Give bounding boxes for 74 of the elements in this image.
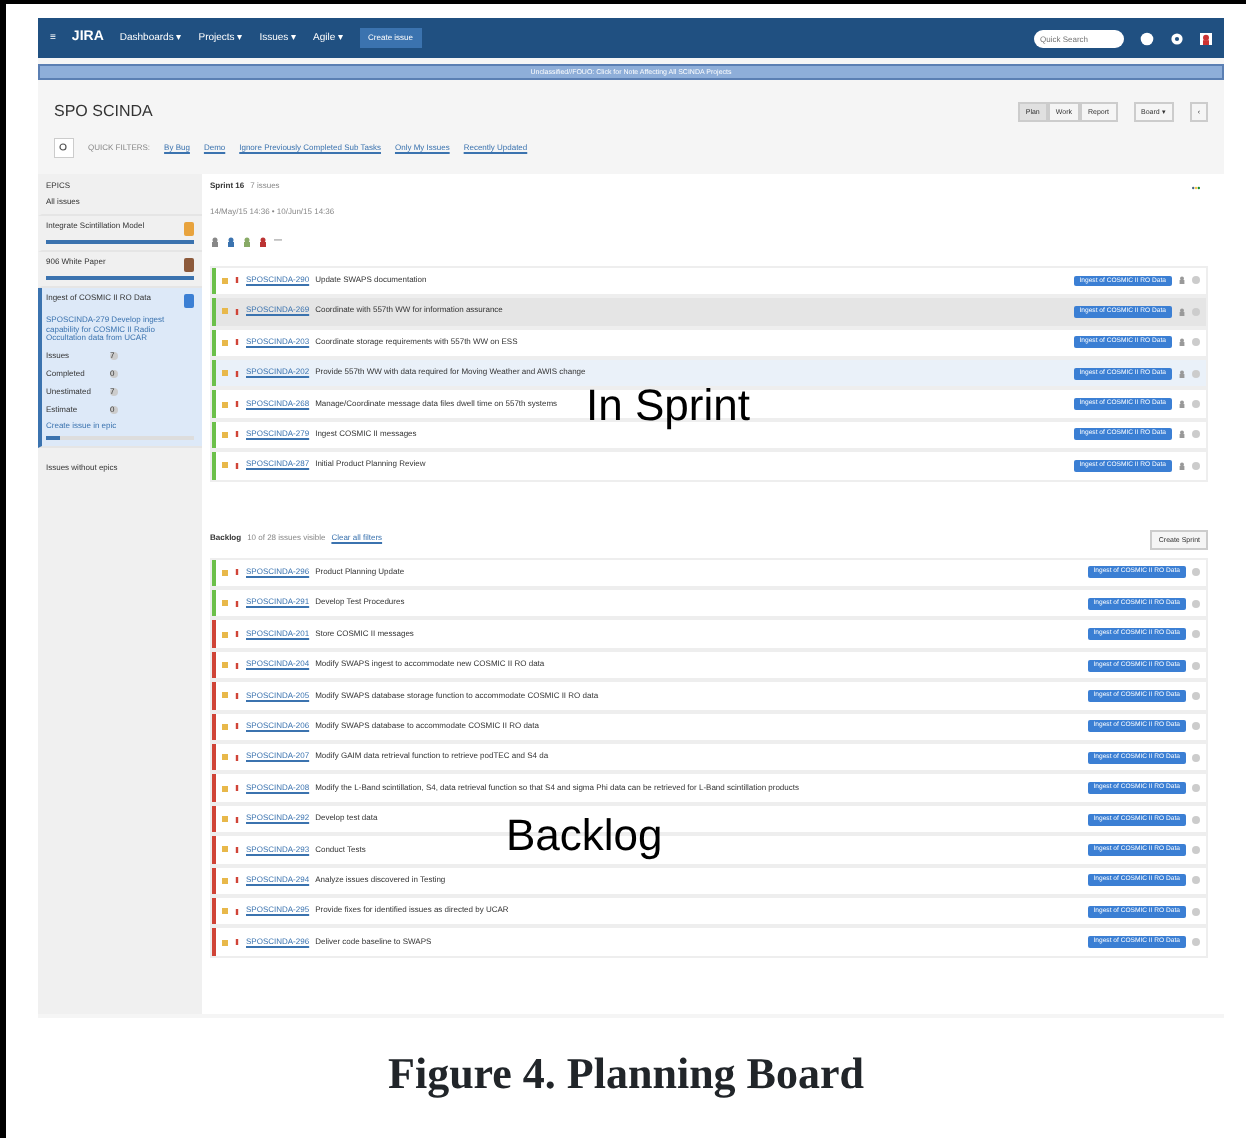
task-icon xyxy=(222,306,228,317)
task-icon xyxy=(222,752,228,763)
person-icon xyxy=(210,233,220,250)
priority-icon xyxy=(234,938,240,947)
person-icon xyxy=(1178,305,1186,318)
estimate-icon xyxy=(1192,845,1200,854)
person-icon xyxy=(1178,367,1186,380)
estimate-icon xyxy=(1192,722,1200,731)
estimate-icon xyxy=(1192,400,1200,409)
task-icon xyxy=(222,814,228,825)
estimate-icon xyxy=(1192,338,1200,347)
task-icon xyxy=(222,368,228,379)
person-icon xyxy=(1178,398,1186,411)
person-icon xyxy=(226,233,236,250)
priority-icon xyxy=(234,276,240,285)
project-title: SPO SCINDA xyxy=(54,102,155,122)
priority-icon xyxy=(234,369,240,378)
person-icon xyxy=(1178,428,1186,441)
priority-icon xyxy=(234,661,240,670)
priority-icon xyxy=(234,568,240,577)
estimate-icon xyxy=(1192,753,1200,762)
estimate-icon xyxy=(1192,815,1200,824)
estimate-icon xyxy=(1192,599,1200,608)
task-icon xyxy=(222,399,228,410)
priority-icon xyxy=(234,461,240,470)
estimate-icon xyxy=(1192,938,1200,947)
priority-icon xyxy=(234,784,240,793)
estimate-icon xyxy=(1192,276,1200,285)
priority-icon xyxy=(234,753,240,762)
priority-icon xyxy=(234,722,240,731)
task-icon xyxy=(222,567,228,578)
estimate-icon xyxy=(1192,907,1200,916)
estimate-icon xyxy=(1192,691,1200,700)
task-icon xyxy=(222,690,228,701)
person-icon xyxy=(258,233,268,250)
priority-icon xyxy=(234,430,240,439)
estimate-icon xyxy=(1192,430,1200,439)
estimate-icon xyxy=(1192,461,1200,470)
task-icon xyxy=(222,660,228,671)
priority-icon xyxy=(234,815,240,824)
estimate-icon xyxy=(1192,568,1200,577)
priority-icon xyxy=(234,845,240,854)
estimate-icon xyxy=(1192,630,1200,639)
priority-icon xyxy=(234,599,240,608)
priority-icon xyxy=(234,400,240,409)
task-icon xyxy=(222,844,228,855)
task-icon xyxy=(222,937,228,948)
avatar-icon xyxy=(1200,29,1212,47)
person-icon xyxy=(1178,336,1186,349)
priority-icon xyxy=(234,630,240,639)
task-icon xyxy=(222,275,228,286)
priority-icon xyxy=(234,907,240,916)
priority-icon xyxy=(234,876,240,885)
task-icon xyxy=(222,721,228,732)
task-icon xyxy=(222,783,228,794)
person-icon xyxy=(1178,274,1186,287)
priority-icon xyxy=(234,691,240,700)
priority-icon xyxy=(234,307,240,316)
task-icon xyxy=(222,629,228,640)
priority-icon xyxy=(234,338,240,347)
estimate-icon xyxy=(1192,784,1200,793)
estimate-icon xyxy=(1192,661,1200,670)
task-icon xyxy=(222,460,228,471)
task-icon xyxy=(222,875,228,886)
task-icon xyxy=(222,429,228,440)
task-icon xyxy=(222,337,228,348)
person-icon xyxy=(242,233,252,250)
figure-caption: Figure 4. Planning Board xyxy=(386,1046,866,1102)
estimate-icon xyxy=(1192,369,1200,378)
task-icon xyxy=(222,598,228,609)
estimate-icon xyxy=(1192,876,1200,885)
person-icon xyxy=(1178,459,1186,472)
task-icon xyxy=(222,906,228,917)
search-icon xyxy=(54,138,74,159)
